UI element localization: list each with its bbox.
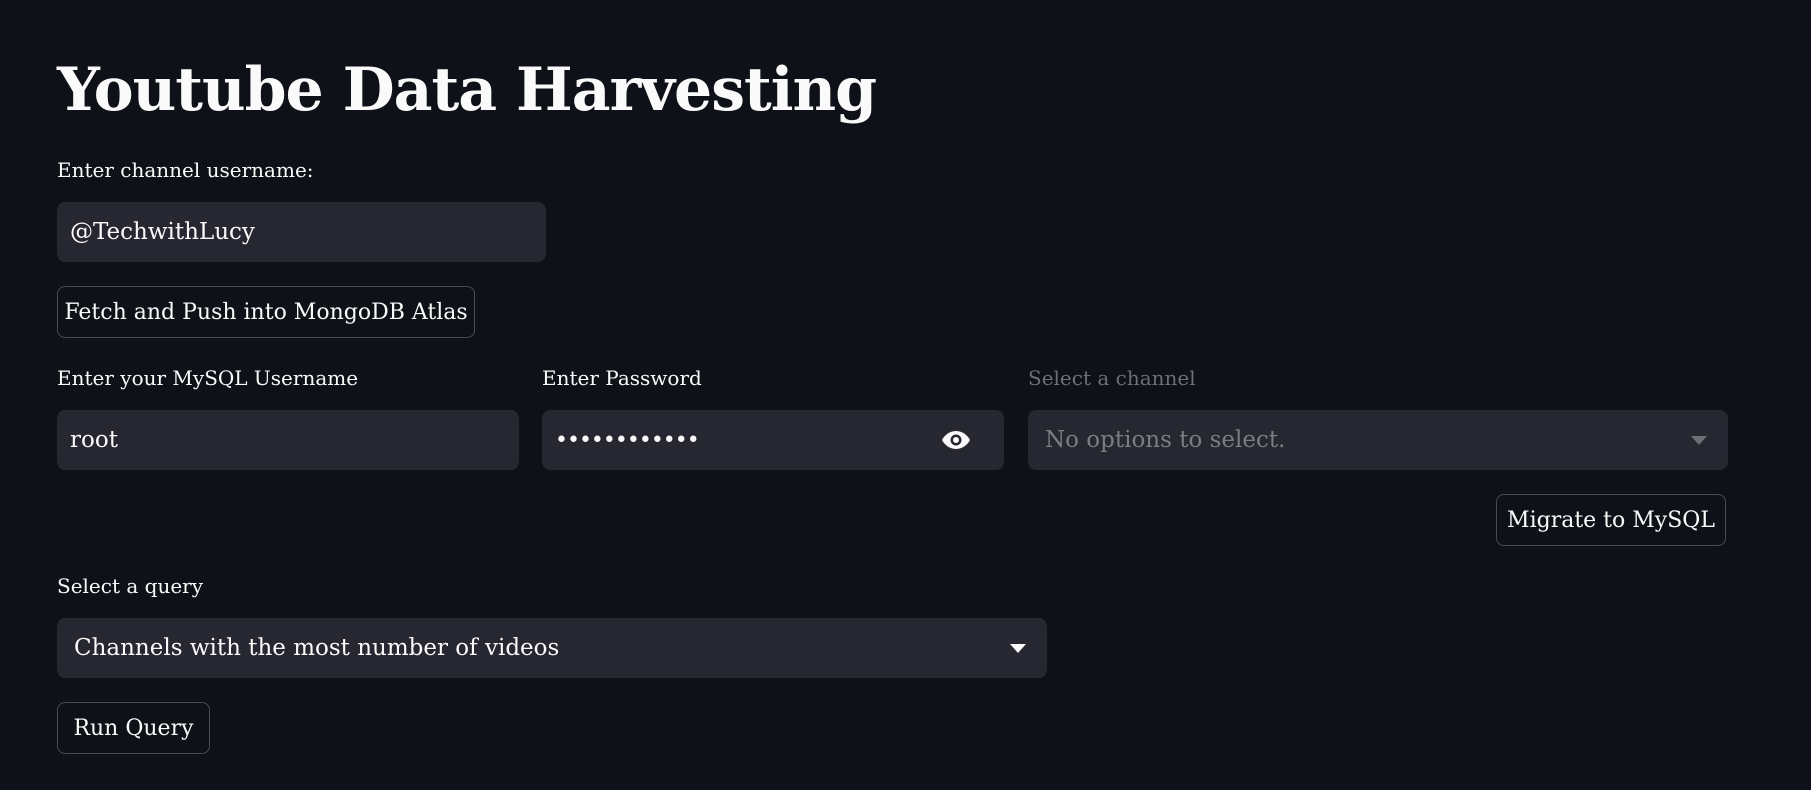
password-value: •••••••••••• [555, 427, 700, 453]
channel-username-input[interactable]: @TechwithLucy [57, 202, 546, 262]
channel-username-label: Enter channel username: [57, 158, 314, 182]
migrate-mysql-button[interactable]: Migrate to MySQL [1496, 494, 1726, 546]
channel-username-value: @TechwithLucy [70, 219, 255, 245]
chevron-down-icon [1010, 643, 1026, 653]
password-input[interactable]: •••••••••••• [542, 410, 1004, 470]
run-query-button[interactable]: Run Query [57, 702, 210, 754]
select-channel-dropdown[interactable]: No options to select. [1028, 410, 1728, 470]
eye-icon[interactable] [941, 429, 971, 451]
mysql-username-input[interactable]: root [57, 410, 519, 470]
select-query-label: Select a query [57, 574, 204, 598]
chevron-down-icon [1691, 435, 1707, 445]
mysql-username-label: Enter your MySQL Username [57, 366, 359, 390]
page-title: Youtube Data Harvesting [57, 55, 877, 125]
select-channel-label: Select a channel [1028, 366, 1196, 390]
app-container: Youtube Data Harvesting Enter channel us… [0, 0, 1811, 790]
password-label: Enter Password [542, 366, 702, 390]
select-query-dropdown[interactable]: Channels with the most number of videos [57, 618, 1047, 678]
select-query-value: Channels with the most number of videos [74, 635, 560, 661]
select-channel-placeholder: No options to select. [1045, 427, 1286, 453]
fetch-push-mongodb-button[interactable]: Fetch and Push into MongoDB Atlas [57, 286, 475, 338]
mysql-username-value: root [70, 427, 118, 453]
